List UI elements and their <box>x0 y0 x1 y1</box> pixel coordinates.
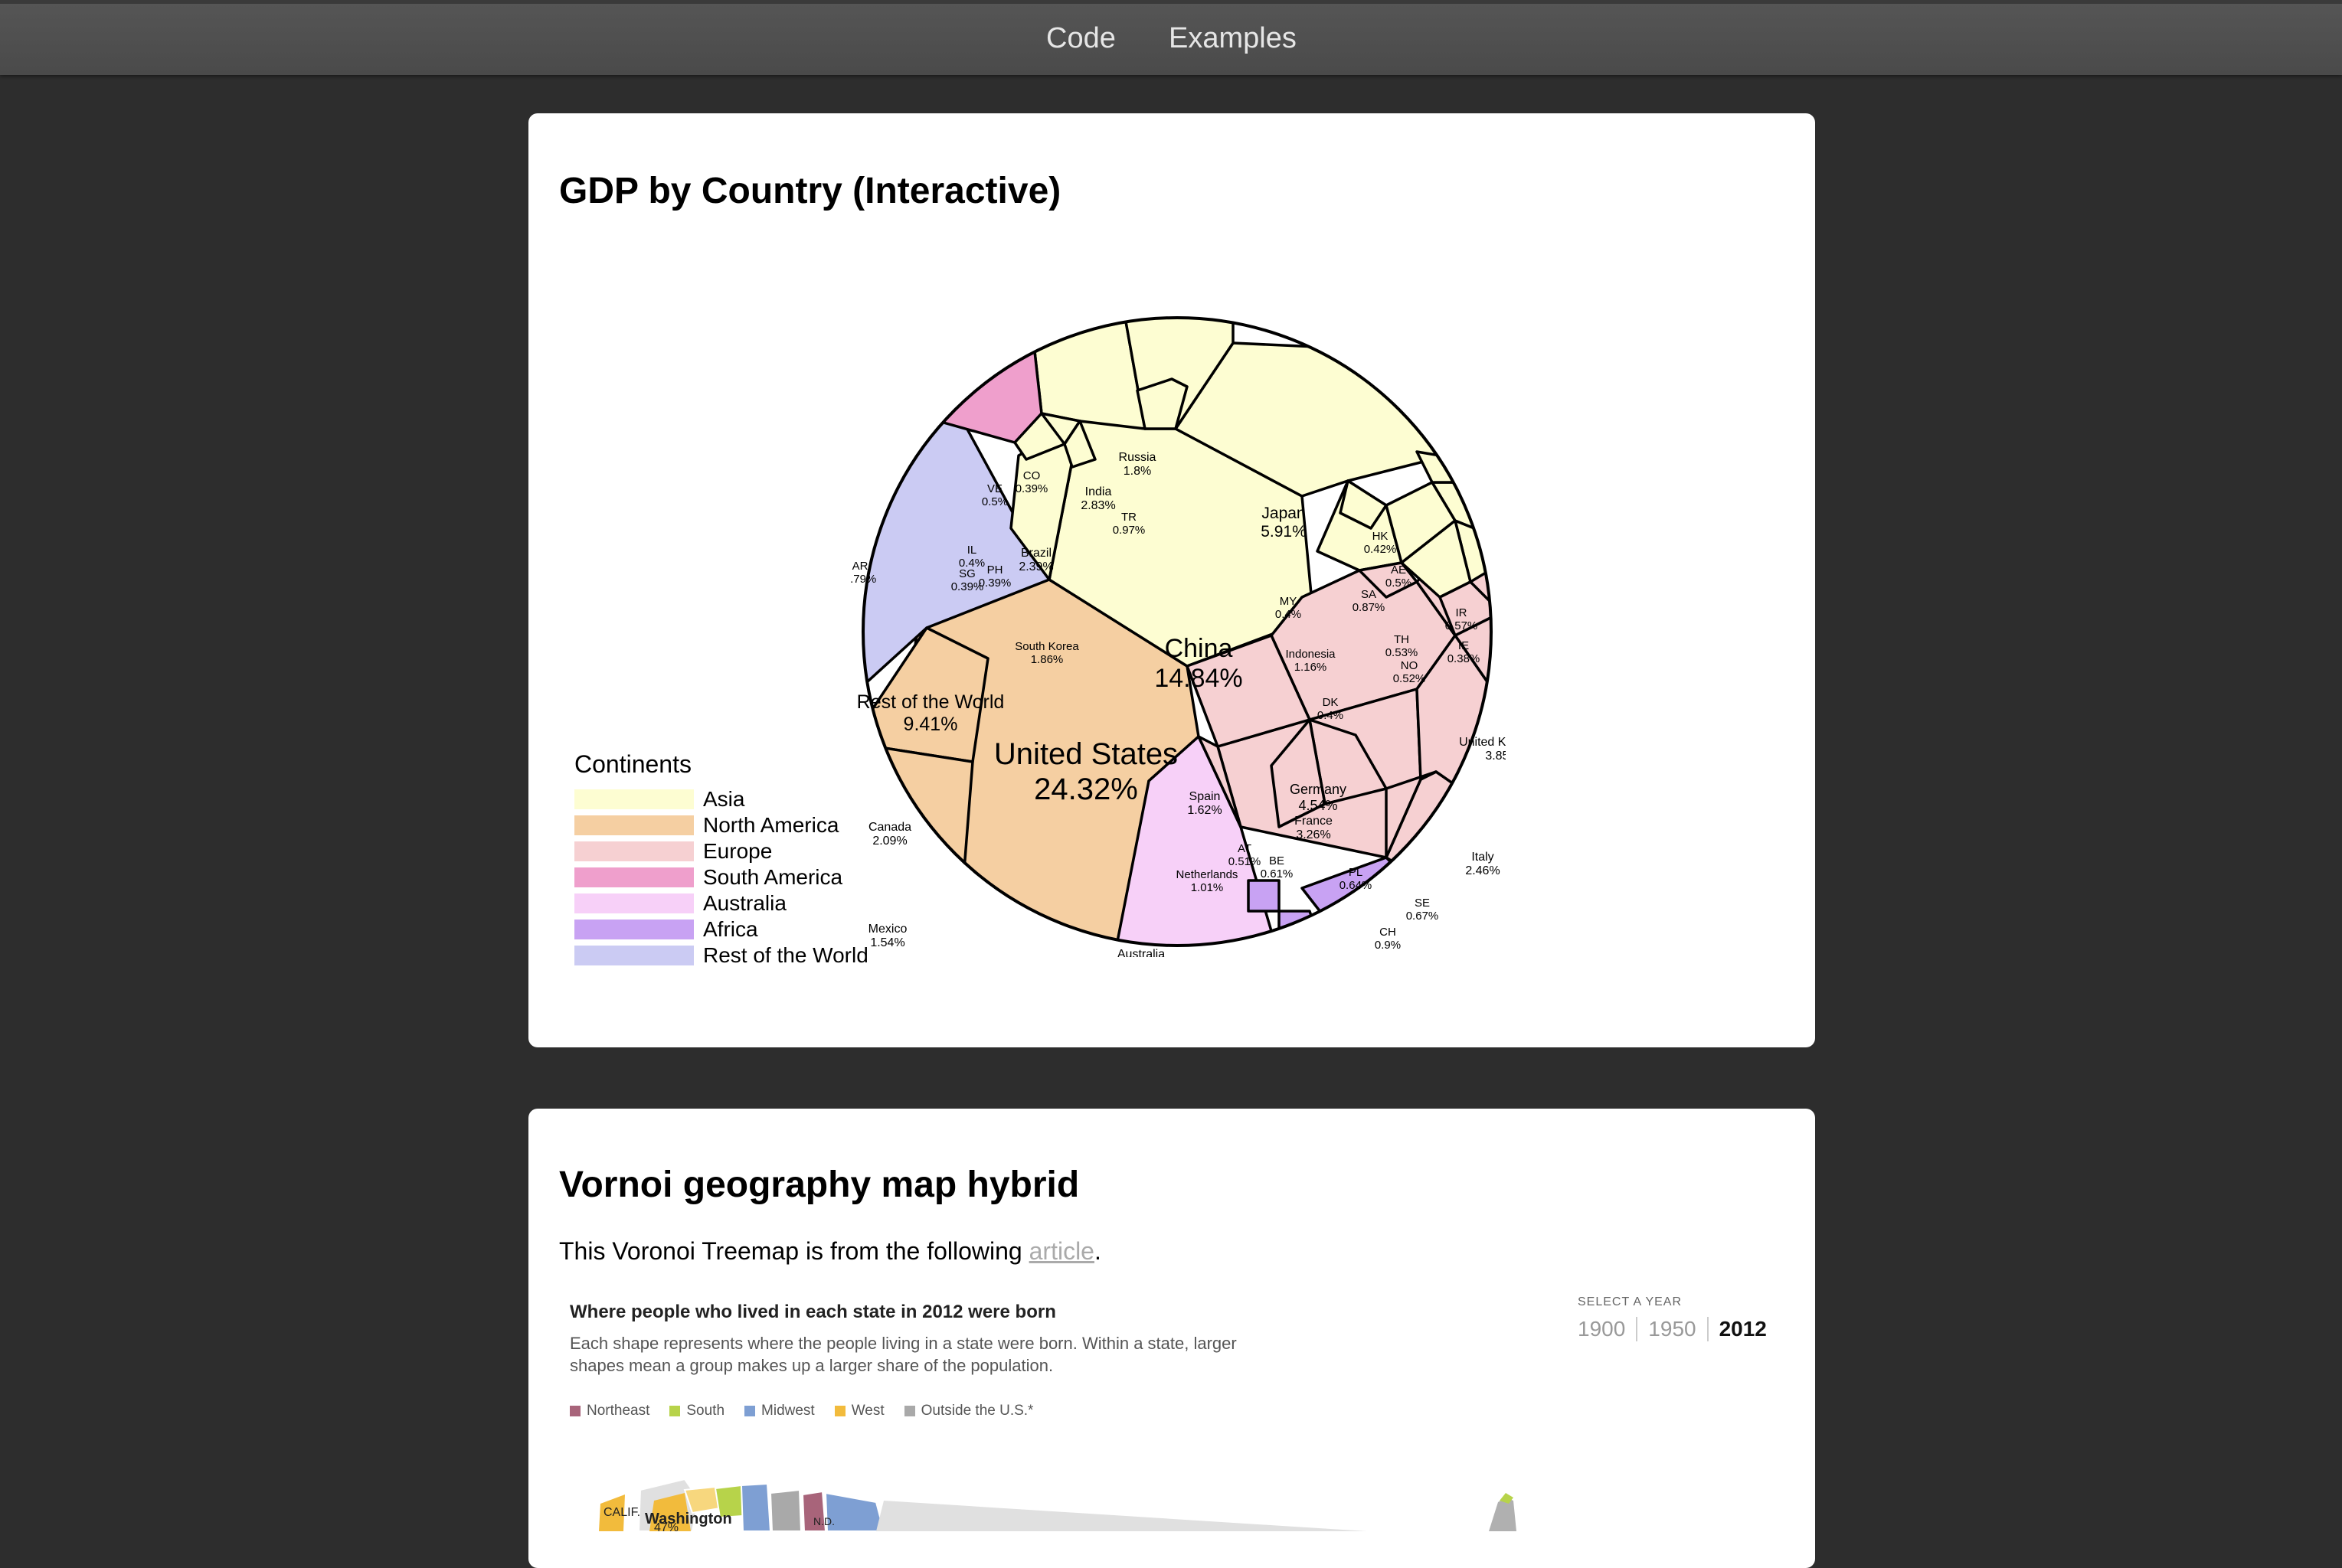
legend-item: South America <box>574 864 868 890</box>
treemap-label: France 3.26% <box>1294 815 1333 841</box>
intro-prefix: This Voronoi Treemap is from the followi… <box>559 1237 1029 1265</box>
geo-map-card-title: Vornoi geography map hybrid <box>559 1165 1080 1205</box>
legend-title: Continents <box>574 750 692 778</box>
legend-item: Asia <box>574 786 868 812</box>
gdp-card: GDP by Country (Interactive) United Stat… <box>528 113 1815 1047</box>
legend-item: Africa <box>574 916 868 942</box>
treemap-cell-se[interactable] <box>1446 779 1506 897</box>
treemap-label: Japan 5.91% <box>1261 505 1307 541</box>
legend-swatch <box>574 946 694 965</box>
geo-map-card: Vornoi geography map hybrid This Voronoi… <box>528 1109 1815 1568</box>
intro-text: This Voronoi Treemap is from the followi… <box>559 1237 1101 1266</box>
treemap-label: SE 0.67% <box>1406 897 1439 923</box>
treemap-cell-ng[interactable] <box>1300 856 1434 957</box>
treemap-label: Brazil 2.39% <box>1019 547 1053 573</box>
legend-item: Rest of the World <box>574 942 868 969</box>
intro-suffix: . <box>1094 1237 1101 1265</box>
treemap-label: Spain 1.62% <box>1187 790 1222 817</box>
legend-label: Europe <box>703 839 773 863</box>
legend-item: Europe <box>574 838 868 864</box>
treemap-cell-ie[interactable] <box>1501 551 1506 612</box>
legend-label: Africa <box>703 917 758 941</box>
legend-swatch <box>574 920 694 939</box>
legend-label: Asia <box>703 787 745 811</box>
treemap-label: BE 0.61% <box>1261 854 1294 880</box>
legend-label: Australia <box>703 891 787 915</box>
treemap-label: Russia 1.8% <box>1119 451 1156 478</box>
legend-item: Australia <box>574 890 868 916</box>
map-label: N.D. <box>813 1515 835 1527</box>
legend-swatch <box>574 893 694 913</box>
treemap-label: Canada 2.09% <box>868 821 911 848</box>
treemap-label: Mexico 1.54% <box>868 923 908 949</box>
map-shapes <box>599 1478 1516 1531</box>
nav-code-link[interactable]: Code <box>1046 22 1116 55</box>
gdp-card-title: GDP by Country (Interactive) <box>559 171 1061 211</box>
treemap-cell-co[interactable] <box>963 306 1035 354</box>
treemap-cell-za[interactable] <box>1247 879 1281 913</box>
article-link[interactable]: article <box>1029 1237 1094 1265</box>
treemap-cell-hk[interactable] <box>1415 450 1480 484</box>
treemap-label: India 2.83% <box>1081 485 1115 512</box>
treemap-cell-eg[interactable] <box>1277 910 1326 957</box>
treemap-label: CH 0.9% <box>1375 926 1401 952</box>
legend-item: North America <box>574 812 868 838</box>
treemap-label: Australia1.81% <box>1117 948 1165 957</box>
treemap-cell-ve[interactable] <box>910 306 974 369</box>
legend-swatch <box>574 789 694 809</box>
legend-swatch <box>574 841 694 861</box>
treemap-label: Italy 2.46% <box>1465 851 1500 877</box>
geo-map-preview[interactable]: CALIF. Washington47% N.D. <box>570 1302 1795 1531</box>
embedded-graphic: Where people who lived in each state in … <box>570 1295 1795 1531</box>
nav-examples-link[interactable]: Examples <box>1169 22 1297 55</box>
treemap-label: China 14.84% <box>1154 634 1242 693</box>
gdp-voronoi-treemap[interactable]: United States 24.32%China 14.84%Rest of th… <box>850 306 1506 957</box>
top-nav: Code Examples <box>0 0 2342 75</box>
continents-legend: Continents Asia North America Europe South … <box>574 750 868 969</box>
legend-swatch <box>574 867 694 887</box>
legend-label: Rest of the World <box>703 943 868 967</box>
map-label: CALIF. <box>603 1506 640 1519</box>
map-label: 47% <box>654 1521 679 1531</box>
legend-label: South America <box>703 865 843 889</box>
legend-label: North America <box>703 813 839 837</box>
legend-swatch <box>574 815 694 835</box>
